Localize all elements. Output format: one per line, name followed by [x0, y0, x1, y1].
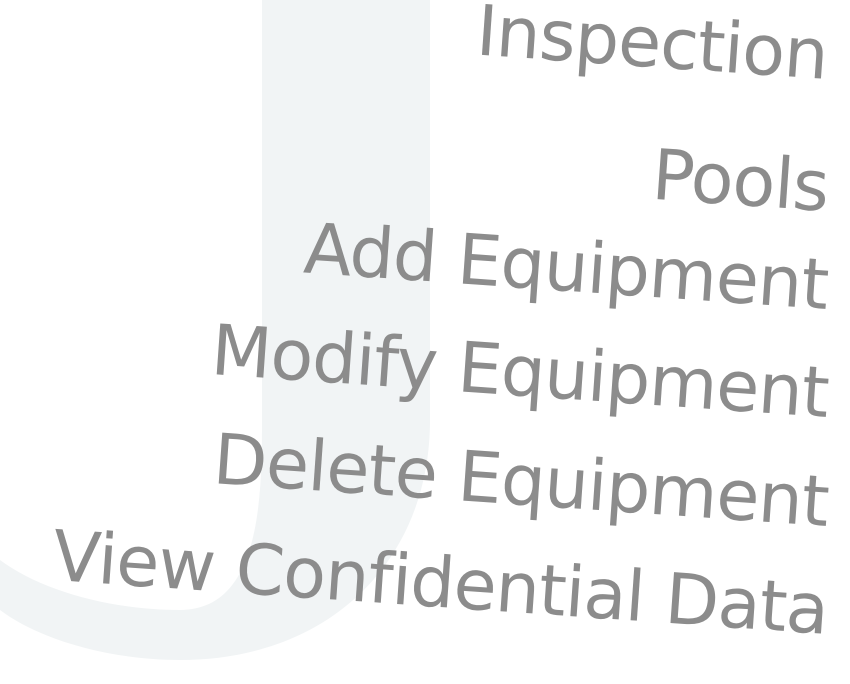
word-pools: Pools — [649, 133, 831, 228]
word-cloud-graphic: Inspection Pools Add Equipment Modify Eq… — [0, 0, 850, 684]
